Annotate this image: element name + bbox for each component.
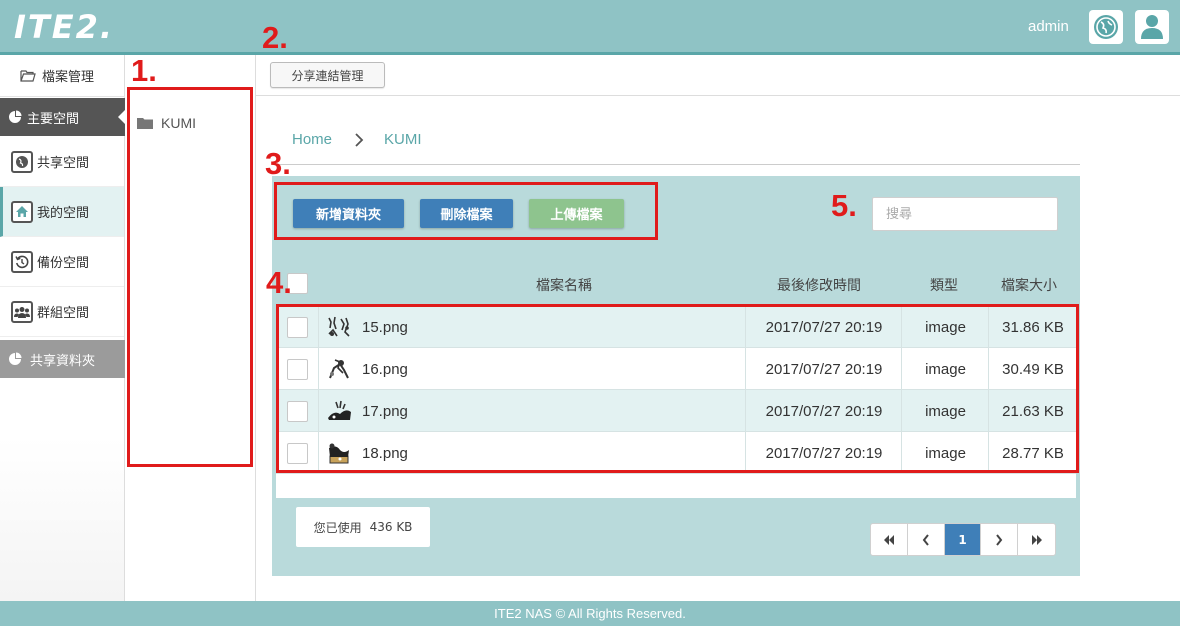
annotation-label-1: 1.: [131, 53, 157, 88]
chevron-right-icon: [355, 133, 364, 147]
file-manage-link[interactable]: 檔案管理: [0, 55, 125, 97]
column-header-size[interactable]: 檔案大小: [1001, 275, 1057, 295]
annotation-label-4: 4.: [266, 265, 292, 300]
main-space-label: 主要空間: [27, 111, 80, 127]
annotation-label-5: 5.: [831, 188, 857, 223]
share-link-manage-button[interactable]: 分享連結管理: [270, 62, 385, 88]
user-button[interactable]: [1135, 10, 1169, 44]
shared-folder-header[interactable]: 共享資料夾: [0, 340, 125, 378]
language-button[interactable]: [1089, 10, 1123, 44]
column-header-modified[interactable]: 最後修改時間: [777, 275, 861, 295]
breadcrumb-home[interactable]: Home: [292, 131, 332, 148]
sidebar-item-label: 共享空間: [37, 156, 90, 171]
globe-icon: [1094, 15, 1118, 39]
sidebar: 檔案管理 主要空間 共享空間 我的空間 備份空間 群組空間 共享資料夾: [0, 55, 125, 601]
home-icon: [11, 200, 33, 223]
search-input[interactable]: [872, 197, 1058, 231]
usage-label: 您已使用: [313, 520, 362, 535]
username: admin: [1028, 18, 1069, 35]
column-header-type[interactable]: 類型: [930, 275, 958, 295]
group-icon: [11, 300, 33, 323]
globe-icon: [11, 150, 33, 173]
file-manage-label: 檔案管理: [42, 70, 95, 85]
sidebar-item-my-space[interactable]: 我的空間: [0, 187, 124, 237]
sidebar-item-backup-space[interactable]: 備份空間: [0, 237, 124, 287]
top-bar: ITE2. admin: [0, 0, 1180, 52]
annotation-box-3: [274, 182, 658, 240]
footer: ITE2 NAS © All Rights Reserved.: [0, 601, 1180, 626]
sidebar-item-label: 備份空間: [37, 256, 90, 271]
breadcrumb-current[interactable]: KUMI: [384, 131, 422, 148]
prev-page-button[interactable]: [908, 524, 945, 555]
sidebar-item-label: 群組空間: [37, 306, 90, 321]
usage-value: 436 KB: [369, 520, 413, 534]
main-space-header[interactable]: 主要空間: [0, 98, 125, 136]
chevron-left-icon: [922, 533, 929, 546]
double-chevron-left-icon: [884, 534, 894, 545]
sidebar-item-label: 我的空間: [37, 206, 90, 221]
pie-chart-icon: [9, 352, 22, 365]
sidebar-item-shared-space[interactable]: 共享空間: [0, 137, 124, 187]
active-indicator-arrow: [118, 110, 125, 124]
double-chevron-right-icon: [1031, 534, 1042, 545]
history-icon: [11, 250, 33, 273]
annotation-label-3: 3.: [265, 146, 291, 181]
ite2-logo[interactable]: ITE2.: [14, 8, 114, 46]
column-header-name[interactable]: 檔案名稱: [536, 275, 592, 295]
page-number-button[interactable]: 1: [945, 524, 981, 555]
last-page-button[interactable]: [1018, 524, 1055, 555]
chevron-right-icon: [996, 533, 1003, 546]
annotation-box-1: [127, 87, 253, 467]
storage-usage: 您已使用 436 KB: [296, 507, 430, 547]
folder-open-icon: [20, 70, 36, 82]
annotation-box-4: [276, 304, 1079, 473]
pie-chart-icon: [9, 110, 22, 123]
annotation-label-2: 2.: [262, 20, 288, 55]
pagination: 1: [870, 523, 1056, 556]
next-page-button[interactable]: [981, 524, 1018, 555]
breadcrumb-divider: [272, 164, 1080, 165]
first-page-button[interactable]: [871, 524, 908, 555]
user-icon: [1141, 15, 1163, 39]
sidebar-item-group-space[interactable]: 群組空間: [0, 287, 124, 337]
shared-folder-label: 共享資料夾: [30, 353, 96, 369]
share-toolbar: [256, 55, 1180, 96]
